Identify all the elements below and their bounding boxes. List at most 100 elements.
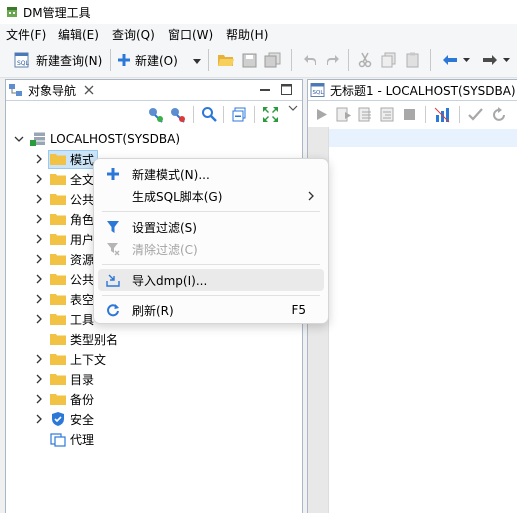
save-icon[interactable]	[242, 53, 257, 68]
tree-item-tools[interactable]: 工具	[34, 309, 94, 329]
new-dropdown-icon[interactable]	[193, 59, 201, 64]
statistics-icon[interactable]	[434, 107, 450, 123]
toolbar-separator	[425, 106, 426, 123]
chevron-right-icon[interactable]	[34, 394, 44, 404]
tree-item-security[interactable]: 安全	[34, 409, 94, 429]
chevron-right-icon[interactable]	[34, 414, 44, 424]
menu-window[interactable]: 窗口(W)	[168, 26, 213, 43]
paste-icon[interactable]	[405, 52, 420, 68]
panel-header: 对象导航	[6, 80, 302, 101]
chevron-down-icon[interactable]	[14, 134, 24, 144]
tree-label: 上下文	[70, 352, 107, 367]
back-arrow-icon[interactable]	[442, 54, 458, 66]
tree-item-fulltext[interactable]: 全文	[34, 169, 94, 189]
view-menu-icon[interactable]	[288, 105, 298, 111]
editor-toolbar	[308, 101, 517, 127]
collapse-all-icon[interactable]	[232, 107, 247, 122]
run-script-icon[interactable]	[336, 107, 352, 122]
main-toolbar: SQL 新建查询(N) 新建(O)	[0, 43, 517, 78]
svg-text:SQL: SQL	[17, 60, 30, 67]
chevron-right-icon[interactable]	[34, 174, 44, 184]
tree-root[interactable]: LOCALHOST(SYSDBA)	[14, 129, 180, 149]
tree-item-resource[interactable]: 资源	[34, 249, 94, 269]
plus-icon	[118, 54, 130, 66]
minimize-icon[interactable]	[260, 89, 270, 91]
menu-help[interactable]: 帮助(H)	[226, 26, 268, 43]
chevron-right-icon[interactable]	[34, 234, 44, 244]
search-icon[interactable]	[201, 106, 217, 122]
menu-query[interactable]: 查询(Q)	[112, 26, 155, 43]
disconnect-icon[interactable]	[169, 106, 186, 123]
save-all-icon[interactable]	[264, 52, 281, 68]
chevron-right-icon[interactable]	[34, 274, 44, 284]
format-icon[interactable]	[380, 107, 396, 122]
menu-item-generate-sql[interactable]: 生成SQL脚本(G)	[98, 185, 324, 207]
close-icon[interactable]	[84, 85, 94, 95]
stop-icon[interactable]	[403, 108, 416, 121]
chevron-right-icon[interactable]	[34, 374, 44, 384]
forward-dropdown-icon[interactable]	[503, 58, 510, 62]
chevron-right-icon[interactable]	[34, 314, 44, 324]
chevron-right-icon[interactable]	[34, 254, 44, 264]
chevron-right-icon[interactable]	[34, 154, 44, 164]
tree-item-backup[interactable]: 备份	[34, 389, 94, 409]
menu-separator	[102, 264, 320, 265]
commit-icon[interactable]	[468, 108, 483, 121]
folder-icon	[50, 194, 66, 205]
connect-icon[interactable]	[147, 106, 164, 123]
clear-filter-icon	[107, 243, 120, 256]
svg-text:SQL: SQL	[313, 90, 325, 96]
tree-item-agent[interactable]: 代理	[50, 429, 94, 449]
menu-item-label: 新建模式(N)...	[132, 167, 210, 182]
chevron-right-icon[interactable]	[34, 214, 44, 224]
maximize-icon[interactable]	[281, 84, 292, 95]
object-navigator-tab[interactable]: 对象导航	[8, 80, 94, 100]
agent-icon	[50, 433, 66, 447]
undo-icon[interactable]	[303, 54, 317, 66]
menu-item-new-schema[interactable]: 新建模式(N)...	[98, 163, 324, 185]
redo-icon[interactable]	[326, 54, 340, 66]
tree-item-public[interactable]: 公共	[34, 189, 94, 209]
chevron-right-icon[interactable]	[34, 354, 44, 364]
back-dropdown-icon[interactable]	[463, 58, 470, 62]
explain-icon[interactable]	[358, 107, 374, 122]
tree-item-schema[interactable]: 模式	[34, 149, 99, 169]
tree-item-role[interactable]: 角色	[34, 209, 94, 229]
cut-icon[interactable]	[358, 52, 372, 68]
menu-file[interactable]: 文件(F)	[6, 26, 46, 43]
chevron-right-icon	[308, 191, 314, 201]
tree-item-directory[interactable]: 目录	[34, 369, 94, 389]
copy-icon[interactable]	[381, 52, 396, 68]
new-button[interactable]: 新建(O)	[117, 49, 178, 71]
tree-item-tablespace[interactable]: 表空	[34, 289, 94, 309]
run-icon[interactable]	[316, 108, 328, 121]
new-query-button[interactable]: SQL 新建查询(N)	[14, 49, 102, 71]
current-line-highlight[interactable]	[329, 129, 517, 147]
plus-icon	[107, 168, 119, 180]
toolbar-separator	[348, 49, 349, 71]
tree-label: 备份	[70, 392, 95, 407]
tree-item-public-2[interactable]: 公共	[34, 269, 94, 289]
menu-item-import-dmp[interactable]: 导入dmp(I)...	[98, 269, 324, 291]
menu-item-set-filter[interactable]: 设置过滤(S)	[98, 216, 324, 238]
editor-tab[interactable]: SQL 无标题1 - LOCALHOST(SYSDBA)	[310, 80, 516, 100]
tree-label: 工具	[70, 312, 95, 327]
menu-item-clear-filter[interactable]: 清除过滤(C)	[98, 238, 324, 260]
menu-item-label: 生成SQL脚本(G)	[132, 189, 223, 204]
root-label: LOCALHOST(SYSDBA)	[50, 132, 181, 146]
tree-item-user[interactable]: 用户	[34, 229, 94, 249]
chevron-right-icon[interactable]	[34, 194, 44, 204]
rollback-icon[interactable]	[492, 107, 507, 122]
chevron-right-icon[interactable]	[34, 294, 44, 304]
tree-item-context[interactable]: 上下文	[34, 349, 106, 369]
tree-item-type-alias[interactable]: 类型别名	[50, 329, 118, 349]
menu-item-refresh[interactable]: 刷新(R) F5	[98, 299, 324, 321]
menu-edit[interactable]: 编辑(E)	[58, 26, 99, 43]
forward-arrow-icon[interactable]	[482, 54, 498, 66]
menu-item-label: 刷新(R)	[132, 303, 174, 318]
open-folder-icon[interactable]	[217, 53, 235, 67]
folder-icon	[50, 394, 66, 405]
server-icon	[30, 132, 45, 146]
editor-tab-bar: SQL 无标题1 - LOCALHOST(SYSDBA)	[308, 80, 517, 101]
expand-icon[interactable]	[262, 106, 279, 123]
